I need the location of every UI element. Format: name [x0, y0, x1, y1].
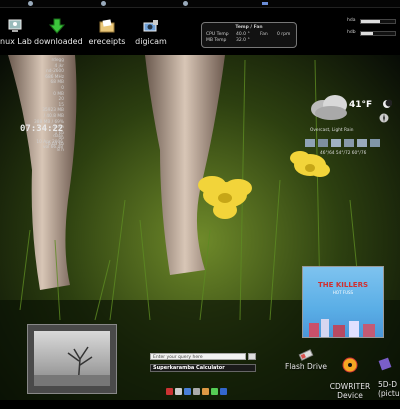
cpu-temp-label: CPU Temp [206, 32, 229, 37]
tree-icon [34, 346, 110, 387]
album-band: THE KILLERS [317, 281, 368, 289]
album-subtitle: HOT FUSS [332, 290, 354, 295]
wind-compass-icon [379, 113, 389, 123]
desktop-icon-digicam[interactable]: digicam [134, 18, 168, 46]
desktop-icon-label: downloaded [34, 37, 83, 46]
clock: 07:34:22 [20, 124, 64, 134]
weather-temperature: 41°F [349, 100, 373, 110]
desktop-icon-label: ereceipts [88, 37, 126, 46]
forecast-icon [318, 139, 328, 147]
flash-drive-icon [298, 349, 314, 361]
tray-icon[interactable] [166, 388, 173, 395]
folder-icon [99, 19, 115, 33]
fan-value: 0 rpm [277, 32, 291, 37]
fan-label: Fan [260, 32, 268, 37]
panel-dot-icon[interactable] [183, 1, 188, 6]
forecast-icon [331, 139, 341, 147]
meter-label: hdb [347, 30, 356, 35]
date-line: vol 66.48 [42, 145, 63, 151]
device-label: 5D-D (pictu [378, 380, 400, 398]
desktop-icon-downloaded[interactable]: downloaded [34, 18, 83, 46]
panel-dot-icon[interactable] [28, 1, 33, 6]
desktop-icon-ereceipts[interactable]: ereceipts [88, 18, 126, 46]
tray-icon[interactable] [193, 388, 200, 395]
panel-dot-icon[interactable] [101, 1, 106, 6]
weather-condition: Overcast, Light Rain [310, 128, 354, 133]
calculator-input[interactable]: Enter your query here [150, 353, 246, 360]
disk-icon [378, 357, 392, 371]
cloud-rain-icon [311, 95, 347, 120]
camera-icon [143, 20, 158, 32]
album-cover[interactable]: THE KILLERS HOT FUSS [302, 266, 384, 338]
album-skyline [309, 319, 375, 337]
calculator-go-button[interactable] [248, 353, 256, 360]
computer-icon [8, 19, 22, 32]
system-tray [166, 388, 227, 397]
meter-label: hda [347, 18, 356, 23]
device-flash-drive[interactable]: Flash Drive [284, 348, 328, 371]
cpu-temp-value: 40.0 ° [236, 32, 250, 37]
moon-icon [383, 99, 392, 108]
forecast-icon [357, 139, 367, 147]
panel-task-indicator[interactable] [262, 2, 268, 5]
desktop-icon-nux-lab[interactable]: nux Lab [0, 18, 32, 46]
forecast-icon [344, 139, 354, 147]
temperature-widget: Temp / Fan CPU Temp 40.0 ° Fan 0 rpm MB … [201, 22, 297, 48]
tray-icon[interactable] [202, 388, 209, 395]
date-panel: date 10 Apr 2006 vol 66.48 [36, 134, 63, 151]
forecast-icons [305, 139, 380, 147]
photo [34, 331, 110, 387]
disk-usage-meter [360, 19, 396, 24]
temp-widget-title: Temp / Fan [235, 25, 263, 30]
device-label: Flash Drive [284, 362, 328, 371]
forecast-icon [305, 139, 315, 147]
device-sd-card[interactable]: 5D-D (pictu [378, 348, 400, 407]
weather-forecast-temps: 46°/64 54°/72 60°/76 [320, 151, 367, 156]
download-arrow-icon [48, 18, 66, 34]
forecast-icon [370, 139, 380, 147]
device-label: CDWRITER Device [329, 382, 371, 400]
tray-icon[interactable] [220, 388, 227, 395]
cd-icon [342, 357, 358, 373]
mb-temp-label: MB Temp [206, 38, 227, 43]
tray-icon[interactable] [211, 388, 218, 395]
calculator-title: Superkaramba Calculator [150, 364, 256, 372]
top-panel [0, 0, 400, 8]
photo-frame[interactable] [27, 324, 117, 394]
disk-usage-meter [360, 31, 396, 36]
mb-temp-value: 32.0 ° [236, 38, 250, 43]
tray-icon[interactable] [184, 388, 191, 395]
tray-icon[interactable] [175, 388, 182, 395]
desktop-icon-label: nux Lab [0, 37, 32, 46]
desktop-icon-label: digicam [135, 37, 167, 46]
